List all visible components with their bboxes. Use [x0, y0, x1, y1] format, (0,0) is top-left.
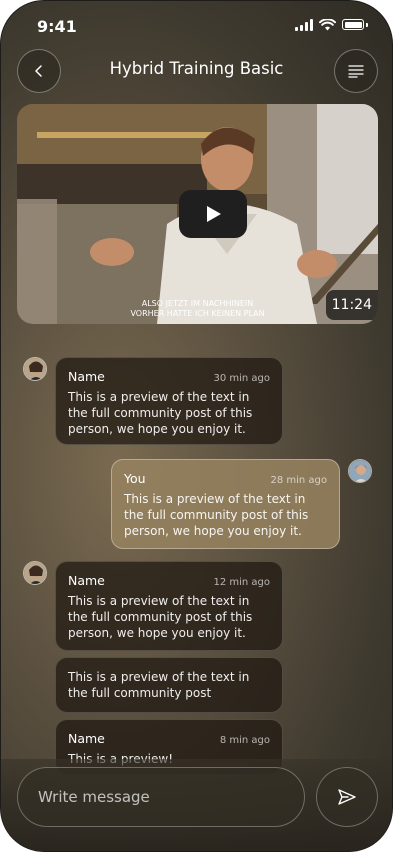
- message-author: Name: [68, 731, 105, 746]
- message-header: Name 12 min ago: [68, 573, 270, 588]
- cellular-signal-icon: [295, 18, 313, 31]
- message-time: 28 min ago: [270, 475, 327, 486]
- avatar[interactable]: [23, 561, 47, 585]
- video-player[interactable]: ALSO JETZT IM NACHHINEIN VORHER HATTE IC…: [17, 104, 378, 324]
- user-avatar-icon: [349, 460, 371, 482]
- video-duration: 11:24: [325, 290, 378, 320]
- video-subtitle: ALSO JETZT IM NACHHINEIN VORHER HATTE IC…: [17, 299, 378, 319]
- message-author: You: [124, 471, 146, 486]
- phone-screen: 9:41 Hybrid Training Basic ALSO JETZT IM…: [0, 0, 393, 852]
- battery-icon: [342, 19, 364, 30]
- own-avatar[interactable]: [348, 459, 372, 483]
- message-author: Name: [68, 369, 105, 384]
- message-text: This is a preview of the text in the ful…: [68, 594, 253, 640]
- status-time: 9:41: [37, 17, 77, 36]
- message-header: You 28 min ago: [124, 471, 327, 486]
- message-header: Name 8 min ago: [68, 731, 270, 746]
- subtitle-line-1: ALSO JETZT IM NACHHINEIN: [141, 299, 254, 308]
- wifi-icon: [319, 18, 336, 30]
- message-text: This is a preview of the text in the ful…: [68, 390, 253, 436]
- avatar[interactable]: [23, 357, 47, 381]
- message-author: Name: [68, 573, 105, 588]
- user-avatar-icon: [24, 358, 46, 380]
- send-icon: [338, 789, 356, 805]
- send-button[interactable]: [316, 767, 378, 827]
- message-bubble[interactable]: Name 30 min ago This is a preview of the…: [55, 357, 283, 445]
- message-text: This is a preview of the text in the ful…: [68, 670, 250, 700]
- message-header: Name 30 min ago: [68, 369, 270, 384]
- menu-button[interactable]: [334, 49, 378, 93]
- menu-lines-icon: [348, 65, 364, 78]
- status-icons: [295, 18, 368, 31]
- back-button[interactable]: [17, 49, 61, 93]
- message-time: 30 min ago: [213, 373, 270, 384]
- status-bar: 9:41: [1, 15, 392, 39]
- own-message-bubble[interactable]: You 28 min ago This is a preview of the …: [111, 459, 340, 549]
- user-avatar-icon: [24, 562, 46, 584]
- message-text: This is a preview of the text in the ful…: [124, 492, 309, 538]
- chevron-left-icon: [35, 65, 42, 77]
- battery-tip: [366, 22, 368, 27]
- play-button[interactable]: [179, 190, 247, 238]
- message-time: 12 min ago: [213, 577, 270, 588]
- play-icon: [207, 206, 221, 222]
- page-title: Hybrid Training Basic: [109, 59, 284, 78]
- message-time: 8 min ago: [219, 735, 270, 746]
- message-bubble[interactable]: Name 12 min ago This is a preview of the…: [55, 561, 283, 651]
- message-input[interactable]: Write message: [17, 767, 305, 827]
- subtitle-line-2: VORHER HATTE ICH KEINEN PLAN: [130, 309, 265, 318]
- message-bubble[interactable]: This is a preview of the text in the ful…: [55, 657, 283, 713]
